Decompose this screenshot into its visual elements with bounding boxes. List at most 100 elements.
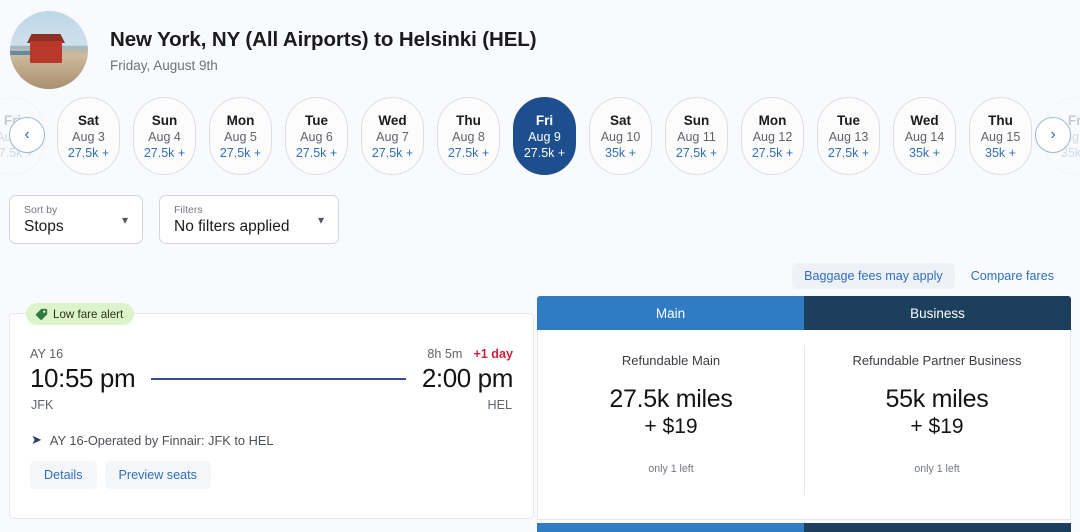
fare-availability: only 1 left	[804, 463, 1070, 475]
date-chip-dow: Sat	[78, 113, 99, 128]
date-chip-dow: Mon	[759, 113, 787, 128]
fare-class-tabs: Main Business	[537, 296, 1071, 330]
date-chip-aug-14[interactable]: Wed Aug 14 35k +	[893, 97, 956, 175]
details-button[interactable]: Details	[30, 461, 97, 489]
chevron-down-icon: ▾	[96, 213, 128, 227]
avatar-house	[30, 41, 62, 63]
date-chip-points: 27.5k +	[220, 146, 261, 160]
sort-by-value: Stops	[24, 217, 64, 236]
date-chip-aug-5[interactable]: MonAug 527.5k +	[209, 97, 272, 175]
tab-business[interactable]: Business	[804, 296, 1071, 330]
date-chip-dow: Tue	[837, 113, 860, 128]
date-chip-dow: Sat	[610, 113, 631, 128]
flight-path-line	[151, 378, 406, 380]
date-chip-date: Aug 3	[72, 130, 105, 144]
date-chip-aug-7[interactable]: Wed Aug 7 27.5k +	[361, 97, 424, 175]
tab-main[interactable]: Main	[537, 296, 804, 330]
flight-duration-group: 8h 5m+1 day	[427, 347, 513, 361]
chevron-left-icon: ‹	[24, 126, 29, 144]
fare-option-0[interactable]: Refundable Main 27.5k miles+ $19 only 1 le…	[538, 330, 804, 519]
date-chip-dow: Fri	[536, 113, 553, 128]
date-chip-aug-6[interactable]: TueAug 627.5k +	[285, 97, 348, 175]
fare-info-links: Baggage fees may apply Compare fares	[0, 262, 1080, 290]
date-chip-points: 27.5k +	[372, 146, 413, 160]
date-chip-points: 27.5k +	[524, 146, 565, 160]
flight-actions: Details Preview seats	[10, 448, 533, 489]
date-chip-aug-10[interactable]: Sat Aug 10 35k +	[589, 97, 652, 175]
date-chip-date: Aug 10	[601, 130, 641, 144]
fare-name: Refundable Main	[538, 353, 804, 368]
depart-airport-code: JFK	[31, 398, 53, 412]
date-chip-aug-12[interactable]: Mon Aug 12 27.5k +	[741, 97, 804, 175]
date-chip-dow: Fri	[1068, 113, 1080, 128]
date-chip-points: 35k +	[985, 146, 1016, 160]
date-chip-dow: Wed	[910, 113, 938, 128]
fare-options-panel: Refundable Main 27.5k miles+ $19 only 1 le…	[537, 330, 1071, 520]
date-chip-date: Aug 11	[677, 130, 716, 144]
date-chip-list: FriAug 227.5k +SatAug 327.5k +SunAug 427…	[0, 90, 1080, 182]
operator-text: AY 16-Operated by Finnair: JFK to HEL	[50, 433, 274, 448]
date-chip-date: Aug 6	[300, 130, 333, 144]
filters-value: No filters applied	[174, 217, 289, 236]
date-chip-points: 35k +	[909, 146, 940, 160]
date-chip-dow: Mon	[227, 113, 255, 128]
fare-miles: 55k miles	[804, 385, 1070, 414]
date-chip-date: Aug 9	[528, 130, 561, 144]
carousel-prev-button[interactable]: ‹	[9, 117, 45, 153]
chevron-down-icon: ▾	[292, 213, 324, 227]
compare-fares-link[interactable]: Compare fares	[959, 263, 1066, 289]
date-chip-dow: Sun	[152, 113, 178, 128]
baggage-fees-link[interactable]: Baggage fees may apply	[792, 263, 955, 289]
date-chip-aug-11[interactable]: Sun Aug 11 27.5k +	[665, 97, 728, 175]
date-chip-aug-15[interactable]: ThuAug 1535k +	[969, 97, 1032, 175]
page-header: New York, NY (All Airports) to Helsinki …	[0, 0, 1080, 88]
fare-miles: 27.5k miles	[538, 385, 804, 414]
date-carousel: ‹ FriAug 227.5k +SatAug 327.5k +SunAug 4…	[0, 90, 1080, 182]
operator-row: ➤ AY 16-Operated by Finnair: JFK to HEL	[10, 412, 533, 448]
next-tab-business[interactable]	[804, 523, 1071, 532]
arrive-time: 2:00 pm	[422, 363, 513, 394]
chevron-right-icon: ›	[1050, 126, 1055, 144]
arrive-airport-code: HEL	[488, 398, 513, 412]
date-chip-dow: Wed	[378, 113, 406, 128]
date-chip-date: Aug 12	[753, 130, 793, 144]
fare-cash: + $19	[538, 415, 804, 439]
date-chip-date: Aug 14	[905, 130, 945, 144]
flight-number: AY 16	[30, 347, 63, 361]
fare-option-1[interactable]: Refundable Partner Business55k miles+ $1…	[804, 330, 1070, 519]
date-chip-date: Aug 7	[376, 130, 409, 144]
sort-by-select[interactable]: Sort by Stops ▾	[9, 195, 143, 244]
flight-duration: 8h 5m	[427, 347, 462, 361]
date-chip-aug-13[interactable]: TueAug 1327.5k +	[817, 97, 880, 175]
price-tag-icon	[35, 308, 48, 321]
fare-cash: + $19	[804, 415, 1070, 439]
carousel-next-button[interactable]: ›	[1035, 117, 1071, 153]
next-tab-main[interactable]	[537, 523, 804, 532]
date-chip-points: 27.5k +	[752, 146, 793, 160]
depart-time: 10:55 pm	[30, 363, 135, 394]
flight-times-row: 10:55 pm 2:00 pm	[10, 361, 533, 394]
date-chip-points: 27.5k +	[448, 146, 489, 160]
date-chip-points: 27.5k +	[828, 146, 869, 160]
date-chip-points: 27.5k +	[676, 146, 717, 160]
flight-card[interactable]: Low fare alert AY 16 8h 5m+1 day 10:55 p…	[9, 313, 534, 519]
date-chip-dow: Tue	[305, 113, 328, 128]
avatar	[10, 11, 88, 89]
date-chip-aug-8[interactable]: ThuAug 827.5k +	[437, 97, 500, 175]
fare-availability: only 1 left	[538, 463, 804, 475]
date-chip-aug-4[interactable]: Sun Aug 4 27.5k +	[133, 97, 196, 175]
date-chip-points: 35k +	[605, 146, 636, 160]
date-chip-dow: Sun	[684, 113, 710, 128]
date-chip-date: Aug 4	[148, 130, 181, 144]
date-chip-points: 27.5k +	[144, 146, 185, 160]
date-chip-aug-3[interactable]: SatAug 327.5k +	[57, 97, 120, 175]
low-fare-alert-badge: Low fare alert	[26, 303, 134, 325]
preview-seats-button[interactable]: Preview seats	[105, 461, 211, 489]
header-text-group: New York, NY (All Airports) to Helsinki …	[110, 28, 536, 73]
low-fare-alert-label: Low fare alert	[53, 308, 123, 321]
date-chip-aug-9[interactable]: Fri Aug 9 27.5k +	[513, 97, 576, 175]
results-section: Main Business Low fare alert AY 16 8h 5m…	[0, 296, 1080, 532]
airplane-icon: ➤	[31, 432, 42, 448]
date-chip-dow: Thu	[988, 113, 1013, 128]
filters-select[interactable]: Filters No filters applied ▾	[159, 195, 339, 244]
